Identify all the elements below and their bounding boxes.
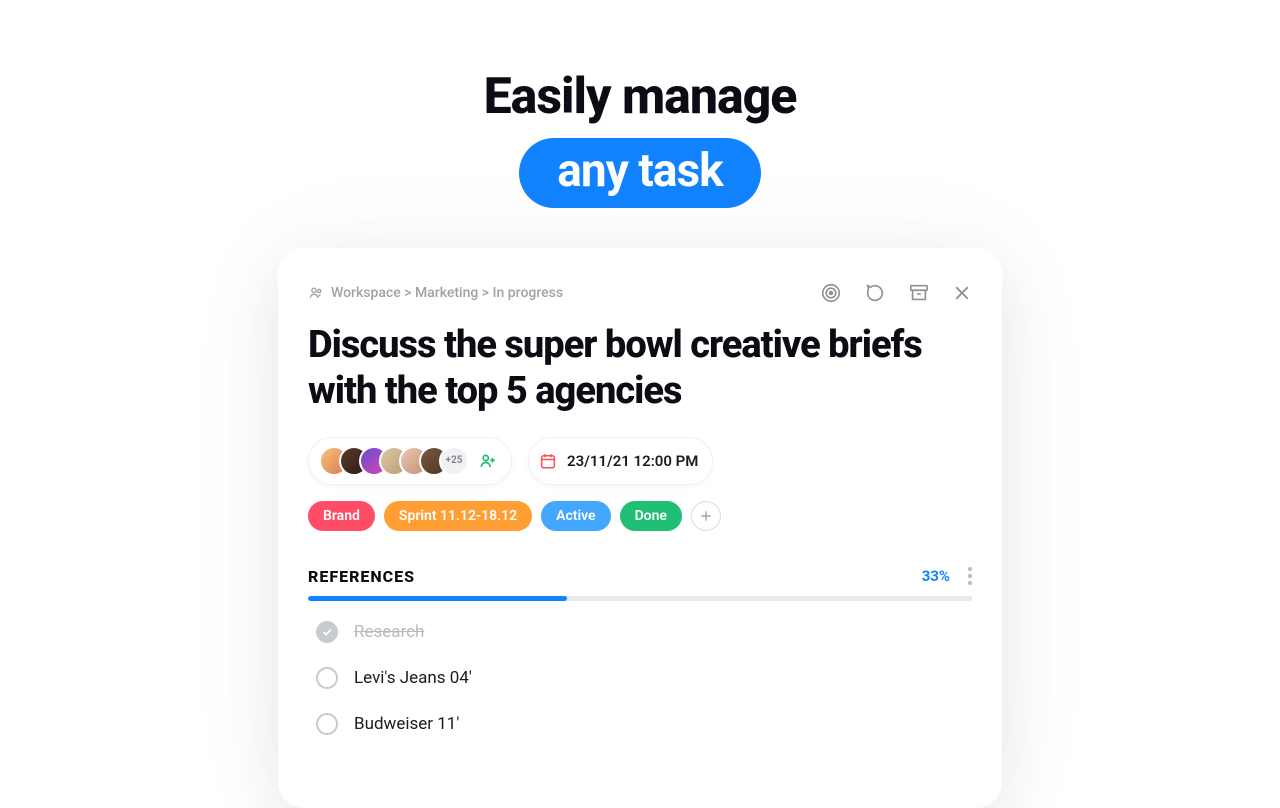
people-icon [308, 285, 324, 301]
hero-highlight-pill: any task [519, 138, 760, 208]
reference-label: Levi's Jeans 04' [354, 668, 472, 688]
checkbox-icon[interactable] [316, 621, 338, 643]
more-menu-icon[interactable] [968, 567, 972, 585]
due-date-chip[interactable]: 23/11/21 12:00 PM [528, 437, 713, 485]
checkbox-icon[interactable] [316, 667, 338, 689]
task-title: Discuss the super bowl creative briefs w… [308, 322, 972, 415]
add-tag-button[interactable] [691, 501, 721, 531]
reference-item[interactable]: Research [316, 621, 972, 643]
references-progress-fill [308, 596, 567, 601]
card-actions [820, 282, 972, 304]
references-section: REFERENCES 33% Research Levi's Jeans 04' [308, 567, 972, 735]
due-date-text: 23/11/21 12:00 PM [567, 452, 698, 470]
tag-sprint[interactable]: Sprint 11.12-18.12 [384, 501, 532, 531]
calendar-icon [539, 452, 557, 470]
reference-item[interactable]: Budweiser 11' [316, 713, 972, 735]
task-card: Workspace > Marketing > In progress Disc… [278, 248, 1002, 808]
close-icon[interactable] [952, 283, 972, 303]
comment-icon[interactable] [864, 282, 886, 304]
avatar-stack: +25 [319, 446, 469, 476]
reference-item[interactable]: Levi's Jeans 04' [316, 667, 972, 689]
breadcrumb-text: Workspace > Marketing > In progress [331, 285, 563, 301]
reference-label: Research [354, 622, 424, 642]
task-meta-row: +25 23/11/21 12:00 PM [308, 437, 972, 485]
checkbox-icon[interactable] [316, 713, 338, 735]
avatar-overflow-count[interactable]: +25 [439, 446, 469, 476]
hero-heading: Easily manage any task [0, 0, 1280, 208]
references-heading: REFERENCES [308, 567, 415, 586]
archive-icon[interactable] [908, 282, 930, 304]
references-progress-percent: 33% [922, 567, 950, 585]
breadcrumb[interactable]: Workspace > Marketing > In progress [308, 285, 563, 301]
assignees-chip[interactable]: +25 [308, 437, 512, 485]
tag-brand[interactable]: Brand [308, 501, 375, 531]
tag-active[interactable]: Active [541, 501, 610, 531]
tag-done[interactable]: Done [620, 501, 682, 531]
add-person-icon[interactable] [479, 452, 497, 470]
hero-line1: Easily manage [0, 68, 1280, 126]
card-header: Workspace > Marketing > In progress [308, 282, 972, 304]
reference-label: Budweiser 11' [354, 714, 459, 734]
target-icon[interactable] [820, 282, 842, 304]
references-progress-bar [308, 596, 972, 601]
references-header: REFERENCES 33% [308, 567, 972, 586]
references-list: Research Levi's Jeans 04' Budweiser 11' [308, 621, 972, 735]
tags-row: Brand Sprint 11.12-18.12 Active Done [308, 501, 972, 531]
